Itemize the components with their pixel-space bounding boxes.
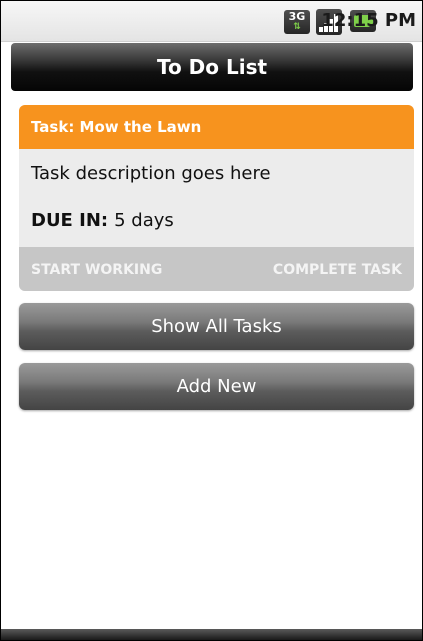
start-working-button[interactable]: START WORKING <box>31 262 162 279</box>
3g-data-icon: 3G ⇅ <box>284 10 310 34</box>
show-all-tasks-label: Show All Tasks <box>151 316 282 337</box>
add-new-label: Add New <box>176 376 257 397</box>
due-label: DUE IN: <box>31 210 109 231</box>
task-description: Task description goes here <box>31 163 271 184</box>
title-bar: To Do List <box>11 43 413 91</box>
data-arrows-icon: ⇅ <box>293 22 301 32</box>
bottom-bar <box>1 629 422 640</box>
task-due: DUE IN: 5 days <box>31 210 174 232</box>
app-screen: 3G ⇅ 12:15 PM To Do List Task: Mow the L… <box>0 0 423 641</box>
status-time: 12:15 PM <box>321 10 416 31</box>
task-actions-bar: START WORKING COMPLETE TASK <box>19 247 414 291</box>
status-bar: 3G ⇅ 12:15 PM <box>1 1 422 42</box>
add-new-button[interactable]: Add New <box>19 363 414 410</box>
network-type-label: 3G <box>288 10 306 23</box>
page-title: To Do List <box>156 55 268 79</box>
task-card: Task: Mow the Lawn Task description goes… <box>19 105 414 291</box>
complete-task-button[interactable]: COMPLETE TASK <box>273 262 402 279</box>
task-title: Task: Mow the Lawn <box>31 118 202 136</box>
show-all-tasks-button[interactable]: Show All Tasks <box>19 303 414 350</box>
task-card-header: Task: Mow the Lawn <box>19 105 414 149</box>
due-value: 5 days <box>114 210 174 231</box>
